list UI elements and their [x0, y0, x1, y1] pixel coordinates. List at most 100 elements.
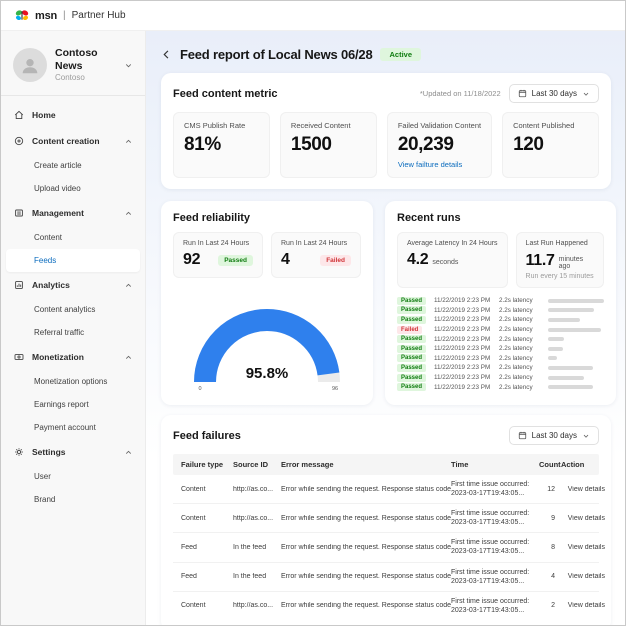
sidebar-item-content-analytics[interactable]: Content analytics — [1, 298, 145, 321]
column-header-count: Count — [539, 460, 561, 469]
top-bar: msn | Partner Hub — [1, 1, 625, 31]
runs-failed-tile: Run In Last 24 Hours 4 Failed — [271, 232, 361, 278]
sidebar-item-content[interactable]: Content — [1, 226, 145, 249]
run-bar — [548, 376, 584, 380]
back-button[interactable] — [161, 49, 172, 60]
run-row: Passed11/22/2019 2:23 PM2.2s latency — [397, 296, 604, 306]
failures-range-dropdown[interactable]: Last 30 days — [509, 426, 599, 445]
sidebar-item-payment-account[interactable]: Payment account — [1, 416, 145, 439]
run-frequency-note: Run every 15 minutes — [526, 273, 594, 280]
view-details-link[interactable]: View details — [561, 602, 607, 609]
sidebar-item-settings[interactable]: Settings — [1, 439, 145, 465]
settings-icon — [13, 447, 24, 457]
run-detail-bar — [548, 328, 604, 332]
failure-source-id: http://as.co... — [233, 486, 281, 493]
run-timestamp: 11/22/2019 2:23 PM — [434, 364, 494, 371]
failures-range-label: Last 30 days — [532, 431, 577, 440]
runs-passed-value: 92 — [183, 251, 200, 269]
recent-runs-list: Passed11/22/2019 2:23 PM2.2s latencyPass… — [397, 296, 604, 392]
run-status-badge: Passed — [397, 297, 426, 305]
sidebar-item-label: Analytics — [32, 280, 70, 290]
reliability-gauge: 95.8% 0 96 — [173, 294, 361, 394]
sidebar-item-management[interactable]: Management — [1, 200, 145, 226]
sidebar-item-content-creation[interactable]: Content creation — [1, 128, 145, 154]
failure-time: First time issue occurred:2023-03-17T19:… — [451, 480, 539, 498]
run-status-badge: Passed — [397, 345, 426, 353]
sidebar-item-feeds[interactable]: Feeds — [6, 249, 140, 272]
run-latency: 2.2s latency — [499, 307, 543, 314]
sidebar-item-upload-video[interactable]: Upload video — [1, 177, 145, 200]
sidebar-item-earnings-report[interactable]: Earnings report — [1, 393, 145, 416]
run-latency: 2.2s latency — [499, 297, 543, 304]
run-bar — [548, 328, 601, 332]
run-status-badge: Passed — [397, 383, 426, 391]
run-row: Passed11/22/2019 2:23 PM2.2s latency — [397, 306, 604, 316]
failure-type: Content — [181, 515, 233, 522]
account-switcher[interactable]: Contoso News Contoso — [1, 39, 145, 95]
run-timestamp: 11/22/2019 2:23 PM — [434, 355, 494, 362]
passed-badge: Passed — [218, 255, 253, 266]
sidebar-nav: Home Content creationCreate articleUpload… — [1, 102, 145, 511]
sidebar-item-analytics[interactable]: Analytics — [1, 272, 145, 298]
metric-range-dropdown[interactable]: Last 30 days — [509, 84, 599, 103]
run-timestamp: 11/22/2019 2:23 PM — [434, 374, 494, 381]
run-status-badge: Passed — [397, 335, 426, 343]
average-latency-label: Average Latency In 24 Hours — [407, 240, 498, 247]
sidebar-item-referral-traffic[interactable]: Referral traffic — [1, 321, 145, 344]
failure-count: 4 — [539, 573, 561, 580]
view-details-link[interactable]: View details — [561, 573, 607, 580]
sidebar-item-label: Home — [32, 110, 56, 120]
chevron-up-icon — [124, 448, 133, 457]
sidebar-item-monetization[interactable]: Monetization — [1, 344, 145, 370]
run-row: Failed11/22/2019 2:23 PM2.2s latency — [397, 325, 604, 335]
sidebar-item-label: Monetization — [32, 352, 84, 362]
view-details-link[interactable]: View details — [561, 486, 607, 493]
run-bar — [548, 318, 580, 322]
failure-row: FeedIn the feedError while sending the r… — [173, 533, 599, 562]
feed-content-metric-title: Feed content metric — [173, 88, 278, 100]
failure-error-message: Error while sending the request. Respons… — [281, 486, 451, 493]
sidebar-item-user[interactable]: User — [1, 465, 145, 488]
view-details-link[interactable]: View details — [561, 544, 607, 551]
failure-source-id: In the feed — [233, 573, 281, 580]
management-icon — [13, 208, 24, 218]
chevron-up-icon — [124, 353, 133, 362]
chevron-up-icon — [124, 137, 133, 146]
failure-row: Contenthttp://as.co...Error while sendin… — [173, 504, 599, 533]
gauge-percent-label: 95.8% — [246, 365, 289, 382]
gauge-max-label: 96 — [332, 386, 338, 392]
sidebar-item-create-article[interactable]: Create article — [1, 154, 145, 177]
partner-hub-window: msn | Partner Hub Contoso News Contoso — [0, 0, 626, 626]
metric-tile-failed-validation: Failed Validation Content 20,239 View fa… — [387, 112, 492, 178]
chevron-down-icon — [124, 61, 133, 70]
run-detail-bar — [548, 299, 604, 303]
metric-value: 1500 — [291, 134, 366, 156]
run-bar — [548, 385, 593, 389]
run-detail-bar — [548, 356, 604, 360]
failure-source-id: http://as.co... — [233, 515, 281, 522]
view-failure-details-link[interactable]: View failture details — [398, 160, 481, 169]
failure-count: 2 — [539, 602, 561, 609]
view-details-link[interactable]: View details — [561, 515, 607, 522]
failure-row: Contenthttp://as.co...Error while sendin… — [173, 475, 599, 504]
feed-content-metric-card: Feed content metric *Updated on 11/18/20… — [161, 73, 611, 189]
run-latency: 2.2s latency — [499, 316, 543, 323]
failure-error-message: Error while sending the request. Respons… — [281, 573, 451, 580]
sidebar-item-monetization-options[interactable]: Monetization options — [1, 370, 145, 393]
sidebar-item-home[interactable]: Home — [1, 102, 145, 128]
sidebar-divider — [1, 95, 145, 96]
updated-on-text: *Updated on 11/18/2022 — [420, 89, 501, 98]
failure-type: Feed — [181, 544, 233, 551]
column-header-failure-type: Failure type — [181, 460, 233, 469]
runs-passed-tile: Run In Last 24 Hours 92 Passed — [173, 232, 263, 278]
run-timestamp: 11/22/2019 2:23 PM — [434, 307, 494, 314]
run-timestamp: 11/22/2019 2:23 PM — [434, 345, 494, 352]
run-status-badge: Passed — [397, 316, 426, 324]
feed-failures-title: Feed failures — [173, 430, 241, 442]
run-latency: 2.2s latency — [499, 374, 543, 381]
avatar — [13, 48, 47, 82]
sidebar-item-brand[interactable]: Brand — [1, 488, 145, 511]
failure-count: 9 — [539, 515, 561, 522]
failure-time: First time issue occurred:2023-03-17T19:… — [451, 568, 539, 586]
chevron-down-icon — [582, 432, 590, 440]
